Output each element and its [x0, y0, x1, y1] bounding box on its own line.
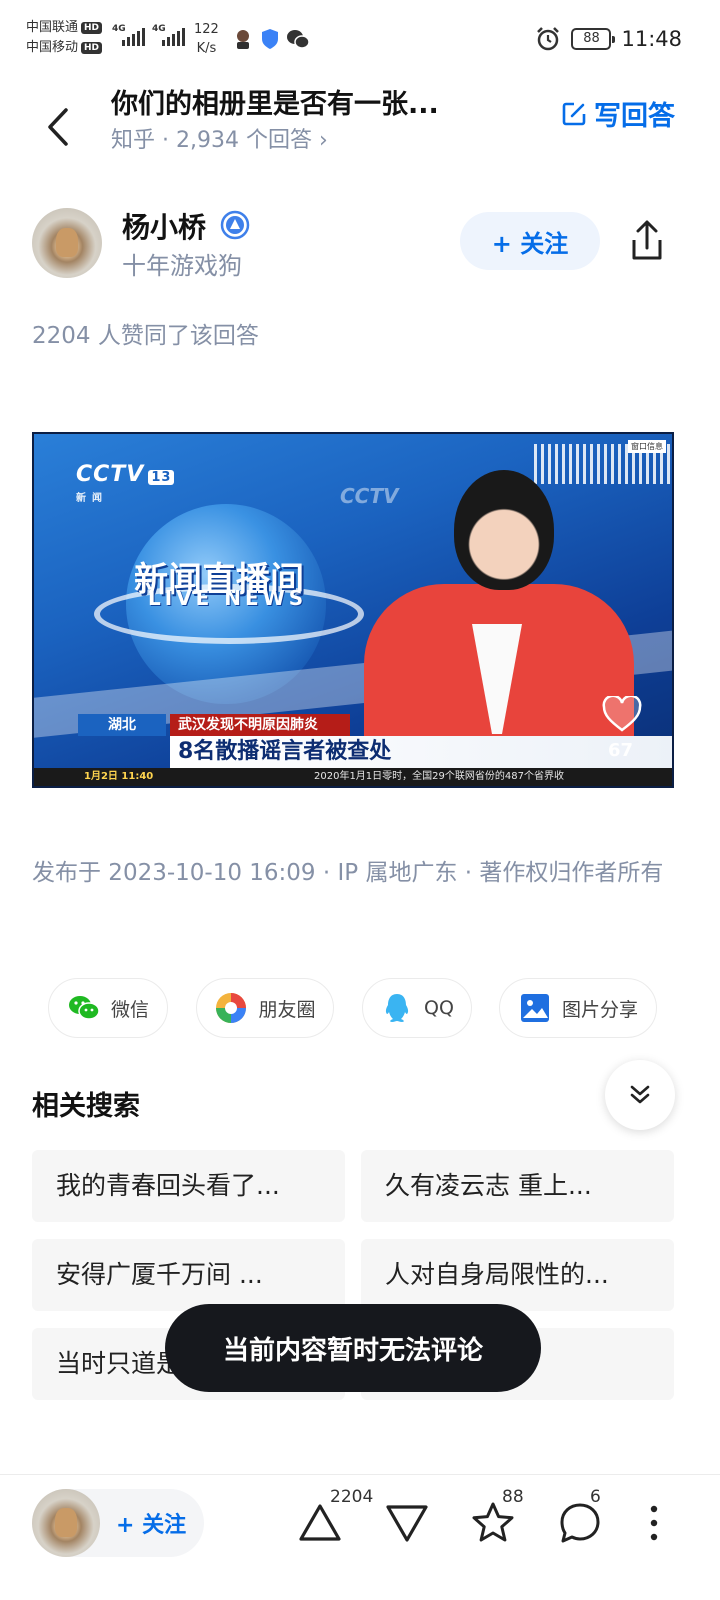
wechat-icon: [68, 996, 100, 1020]
question-header: 你们的相册里是否有一张... 知乎 · 2,934 个回答 › 写回答: [0, 80, 720, 180]
carrier-2: 中国移动: [26, 40, 79, 55]
verified-badge-icon: [220, 210, 250, 240]
news-lower-third: 湖北 武汉发现不明原因肺炎 8名散播谣言者被查处 1月2日 11:40 2020…: [34, 714, 672, 786]
status-right: 88 11:48: [535, 24, 682, 54]
follow-button[interactable]: + 关注: [460, 212, 600, 270]
edit-icon: [562, 102, 586, 125]
news-ticker-bar: 1月2日 11:40 2020年1月1日零时，全国29个联网省份的487个省界收: [34, 768, 672, 786]
hd-badge: HD: [81, 21, 103, 34]
wechat-status-icon: [287, 30, 310, 49]
news-time: 11:40: [121, 771, 154, 782]
share-moments-label: 朋友圈: [258, 998, 316, 1021]
program-subtitle: LIVE NEWS: [148, 586, 308, 610]
news-headline: 8名散播谣言者被查处: [170, 736, 672, 768]
heart-icon: [602, 696, 642, 732]
share-qq-button[interactable]: QQ: [362, 978, 472, 1038]
news-topline: 武汉发现不明原因肺炎: [170, 714, 350, 736]
cctv-watermark: CCTV: [340, 484, 399, 508]
image-like-count: 67: [608, 740, 634, 761]
carrier-1: 中国联通: [26, 20, 79, 35]
write-answer-label: 写回答: [594, 101, 675, 132]
votes-summary: 2204 人赞同了该回答: [32, 323, 259, 349]
upvote-count: 2204: [330, 1487, 374, 1507]
publish-meta: 发布于 2023-10-10 16:09 · IP 属地广东 · 著作权归作者所…: [32, 860, 664, 886]
collapse-button[interactable]: [605, 1060, 675, 1130]
favorite-count: 88: [502, 1487, 524, 1507]
alarm-icon: [537, 27, 560, 51]
question-title[interactable]: 你们的相册里是否有一张...: [111, 82, 439, 121]
bottom-follow-button[interactable]: + 关注: [32, 1489, 204, 1557]
share-image-label: 图片分享: [561, 998, 638, 1021]
news-ticker: 2020年1月1日零时，全国29个联网省份的487个省界收: [314, 771, 564, 782]
share-icon[interactable]: [626, 218, 668, 264]
qq-icon: [385, 994, 409, 1022]
hd-badge: HD: [81, 41, 103, 54]
moments-icon: [216, 993, 247, 1023]
related-searches-title: 相关搜索: [32, 1091, 140, 1122]
author-avatar[interactable]: [32, 208, 102, 278]
image-share-icon: [520, 994, 549, 1022]
related-search-item[interactable]: 安得广厦千万间 ...: [32, 1239, 345, 1311]
network-speed: 122 K/s: [194, 22, 219, 56]
answer-image[interactable]: 窗口信息 CCTV 13 新闻 CCTV 新闻直播间 LIVE NEWS 湖北 武…: [32, 432, 674, 788]
status-bar: 中国联通 HD 中国移动 HD 4G 4G 122 K/s 88 11:48: [26, 18, 682, 58]
share-image-button[interactable]: 图片分享: [499, 978, 657, 1038]
author-avatar-small: [32, 1489, 100, 1557]
answer-count: 2,934 个回答: [176, 128, 312, 153]
chevron-right-icon: ›: [319, 128, 328, 153]
share-moments-button[interactable]: 朋友圈: [196, 978, 334, 1038]
bottom-action-bar: + 关注 2204 88 6: [0, 1474, 720, 1600]
share-wechat-button[interactable]: 微信: [48, 978, 168, 1038]
downvote-icon[interactable]: [383, 1499, 431, 1547]
author-name[interactable]: 杨小桥: [122, 206, 206, 246]
battery-icon: 88: [571, 28, 616, 50]
cctv-logo: CCTV 13 新闻: [76, 462, 175, 504]
carrier-info: 中国联通 HD 中国移动 HD: [26, 18, 103, 58]
comment-count: 6: [590, 1487, 601, 1507]
more-vertical-icon[interactable]: [630, 1499, 678, 1547]
app-notification-icon: [237, 30, 249, 49]
share-qq-label: QQ: [424, 997, 454, 1019]
news-corner-tag: 窗口信息: [628, 440, 666, 453]
back-icon[interactable]: [38, 96, 78, 156]
write-answer-button[interactable]: 写回答: [560, 94, 675, 133]
separator: ·: [162, 128, 170, 153]
share-wechat-label: 微信: [110, 998, 149, 1021]
related-search-item[interactable]: 人对自身局限性的...: [361, 1239, 674, 1311]
news-location: 湖北: [78, 714, 166, 736]
question-meta[interactable]: 知乎 · 2,934 个回答 ›: [111, 122, 328, 154]
related-search-item[interactable]: 我的青春回头看了...: [32, 1150, 345, 1222]
news-anchor-head: [454, 470, 554, 590]
clock: 11:48: [621, 27, 682, 51]
source-label: 知乎: [111, 128, 156, 153]
author-bio: 十年游戏狗: [122, 252, 242, 280]
shield-icon: [262, 29, 278, 49]
news-date: 1月2日: [84, 771, 118, 782]
bottom-follow-label: + 关注: [116, 1513, 187, 1538]
related-search-item[interactable]: 久有凌云志 重上...: [361, 1150, 674, 1222]
toast-message: 当前内容暂时无法评论: [165, 1304, 541, 1392]
double-chevron-down-icon: [630, 1085, 650, 1104]
